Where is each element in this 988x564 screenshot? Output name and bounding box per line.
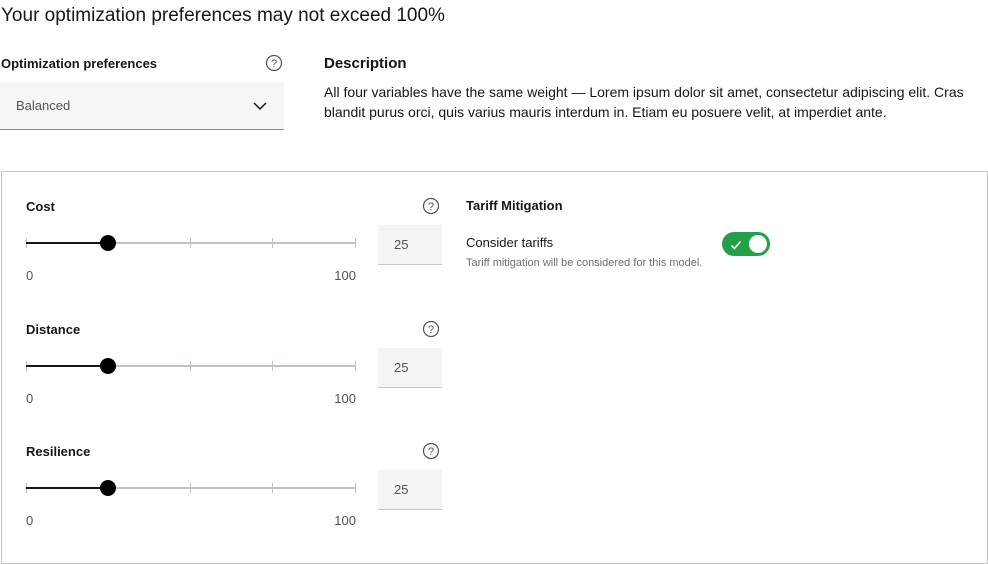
tariff-title: Tariff Mitigation xyxy=(466,198,563,213)
cost-min-label: 0 xyxy=(26,268,34,283)
description-text: All four variables have the same weight … xyxy=(324,84,964,120)
checkmark-icon xyxy=(730,238,742,250)
distance-slider[interactable] xyxy=(26,358,356,374)
chevron-down-icon xyxy=(252,98,268,114)
preferences-select[interactable]: Balanced xyxy=(0,82,284,130)
svg-text:?: ? xyxy=(428,446,434,458)
cost-slider[interactable] xyxy=(26,235,356,251)
cost-slider-thumb[interactable] xyxy=(100,235,116,251)
description-title: Description xyxy=(324,55,407,72)
help-circle-icon[interactable]: ? xyxy=(422,442,440,460)
page: Your optimization preferences may not ex… xyxy=(0,0,988,564)
svg-text:?: ? xyxy=(271,58,277,70)
distance-slider-thumb[interactable] xyxy=(100,358,116,374)
cost-max-label: 100 xyxy=(334,268,356,283)
distance-max-label: 100 xyxy=(334,391,356,406)
distance-label: Distance xyxy=(26,322,81,337)
distance-value-input[interactable]: 25 xyxy=(378,348,442,388)
tariff-helper-text: Tariff mitigation will be considered for… xyxy=(466,257,703,269)
distance-min-label: 0 xyxy=(26,391,34,406)
cost-value-input[interactable]: 25 xyxy=(378,225,442,265)
resilience-slider[interactable] xyxy=(26,480,356,496)
help-circle-icon[interactable]: ? xyxy=(422,320,440,338)
preferences-selected-value: Balanced xyxy=(16,98,71,113)
resilience-value-input[interactable]: 25 xyxy=(378,470,442,510)
resilience-min-label: 0 xyxy=(26,513,34,528)
resilience-label: Resilience xyxy=(26,444,91,459)
svg-text:?: ? xyxy=(428,324,434,336)
resilience-max-label: 100 xyxy=(334,513,356,528)
svg-text:?: ? xyxy=(428,201,434,213)
tariff-toggle-label: Consider tariffs xyxy=(466,235,554,250)
toggle-knob xyxy=(749,235,767,253)
cost-label: Cost xyxy=(26,199,55,214)
preferences-label: Optimization preferences xyxy=(1,56,158,71)
help-circle-icon[interactable]: ? xyxy=(422,197,440,215)
help-circle-icon[interactable]: ? xyxy=(265,54,283,72)
resilience-slider-thumb[interactable] xyxy=(100,480,116,496)
warning-message: Your optimization preferences may not ex… xyxy=(1,5,445,26)
preferences-panel: Cost ? 0 100 25 Distance ? 0 100 25 Resi… xyxy=(1,171,988,564)
consider-tariffs-toggle[interactable] xyxy=(722,232,770,256)
